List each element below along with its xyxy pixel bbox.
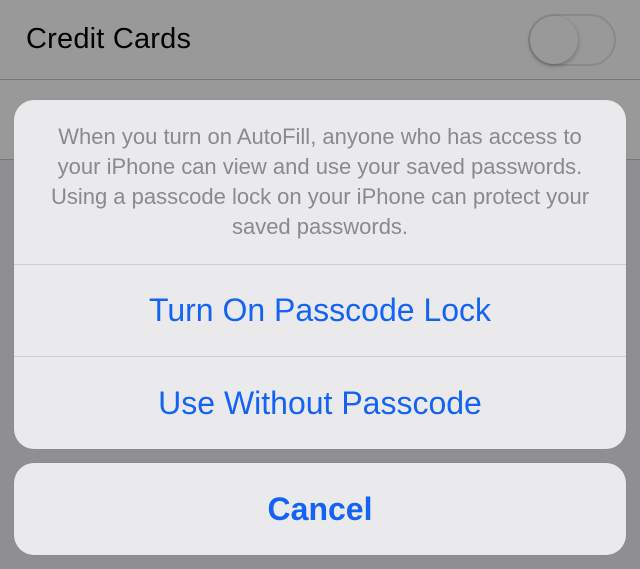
cancel-button[interactable]: Cancel <box>14 463 626 555</box>
turn-on-passcode-button[interactable]: Turn On Passcode Lock <box>14 265 626 357</box>
action-sheet-message: When you turn on AutoFill, anyone who ha… <box>14 100 626 265</box>
action-sheet: When you turn on AutoFill, anyone who ha… <box>14 100 626 555</box>
cancel-label: Cancel <box>268 491 373 528</box>
action-sheet-group: When you turn on AutoFill, anyone who ha… <box>14 100 626 449</box>
action-label: Turn On Passcode Lock <box>149 292 491 329</box>
action-label: Use Without Passcode <box>158 385 482 422</box>
use-without-passcode-button[interactable]: Use Without Passcode <box>14 357 626 449</box>
